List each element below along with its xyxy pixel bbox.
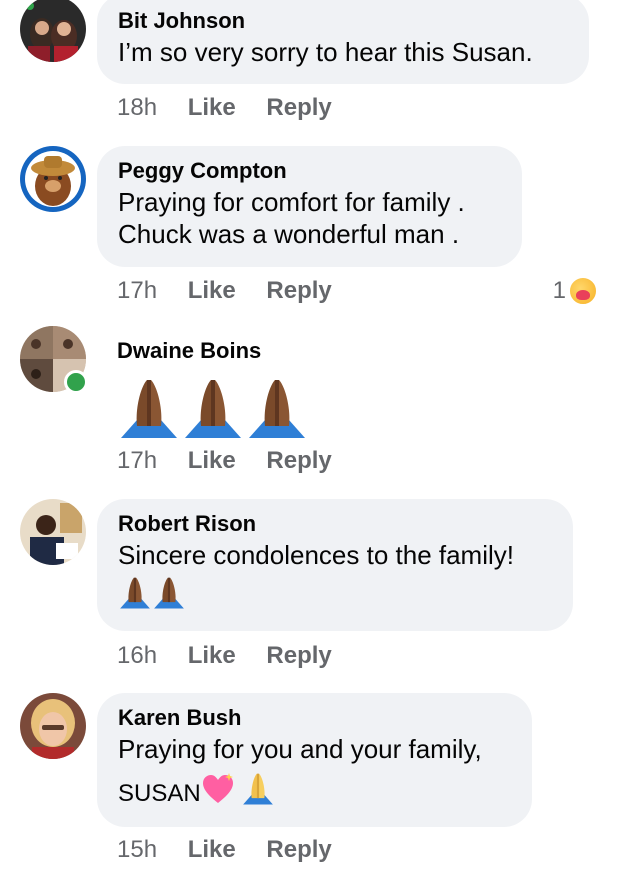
avatar[interactable] xyxy=(20,0,86,62)
like-button[interactable]: Like xyxy=(188,835,236,865)
comment-text: Sincere condolences to the family! xyxy=(118,540,514,570)
comment-actions: 17h Like Reply xyxy=(117,446,356,476)
reaction-summary[interactable]: 1 xyxy=(553,276,598,306)
comment-actions: 16h Like Reply xyxy=(117,641,356,671)
comment-author[interactable]: Robert Rison xyxy=(118,509,553,539)
comment-actions: 15h Like Reply xyxy=(117,835,356,865)
comment-author[interactable]: Bit Johnson xyxy=(118,6,569,36)
like-button[interactable]: Like xyxy=(188,276,236,306)
avatar[interactable] xyxy=(20,693,86,759)
avatar[interactable] xyxy=(20,146,86,212)
comment-bubble: Karen Bush Praying for you and your fami… xyxy=(97,693,532,827)
emoji-row xyxy=(117,376,309,438)
comment-text-line: Praying for you and your family, xyxy=(118,734,482,764)
comment-author[interactable]: Karen Bush xyxy=(118,703,512,733)
reply-button[interactable]: Reply xyxy=(266,93,331,123)
emoji-row xyxy=(118,575,553,609)
comment-bubble: Robert Rison Sincere condolences to the … xyxy=(97,499,573,631)
like-button[interactable]: Like xyxy=(188,446,236,476)
reply-button[interactable]: Reply xyxy=(266,641,331,671)
folded-hands-icon xyxy=(121,380,177,438)
reply-button[interactable]: Reply xyxy=(266,835,331,865)
folded-hands-icon xyxy=(185,380,241,438)
comment-actions: 18h Like Reply xyxy=(117,93,356,123)
comment-time[interactable]: 15h xyxy=(117,835,157,865)
sparkling-heart-icon xyxy=(202,773,233,803)
folded-hands-icon xyxy=(120,577,150,609)
reaction-count: 1 xyxy=(552,277,566,304)
comment-time[interactable]: 17h xyxy=(117,446,157,476)
comment-text-line: SUSAN xyxy=(118,780,201,807)
reply-button[interactable]: Reply xyxy=(266,276,331,306)
avatar[interactable] xyxy=(20,326,88,394)
folded-hands-icon xyxy=(242,773,273,805)
folded-hands-icon xyxy=(249,380,305,438)
comment-text-line: Praying for comfort for family . xyxy=(118,187,465,217)
comment-bubble: Bit Johnson I’m so very sorry to hear th… xyxy=(97,0,589,84)
comment-text: I’m so very sorry to hear this Susan. xyxy=(118,37,533,67)
comment-text-line: Chuck was a wonderful man . xyxy=(118,219,460,249)
comment-author[interactable]: Peggy Compton xyxy=(118,156,502,186)
folded-hands-icon xyxy=(154,577,184,609)
care-reaction-icon xyxy=(568,276,598,306)
comment-actions: 17h Like Reply xyxy=(117,276,356,306)
online-status-indicator xyxy=(64,370,88,394)
reply-button[interactable]: Reply xyxy=(266,446,331,476)
like-button[interactable]: Like xyxy=(188,641,236,671)
comment-bubble: Peggy Compton Praying for comfort for fa… xyxy=(97,146,522,267)
comment-time[interactable]: 16h xyxy=(117,641,157,671)
comment-author[interactable]: Dwaine Boins xyxy=(117,336,309,366)
comment-time[interactable]: 17h xyxy=(117,276,157,306)
avatar[interactable] xyxy=(20,499,86,565)
like-button[interactable]: Like xyxy=(188,93,236,123)
comment-time[interactable]: 18h xyxy=(117,93,157,123)
